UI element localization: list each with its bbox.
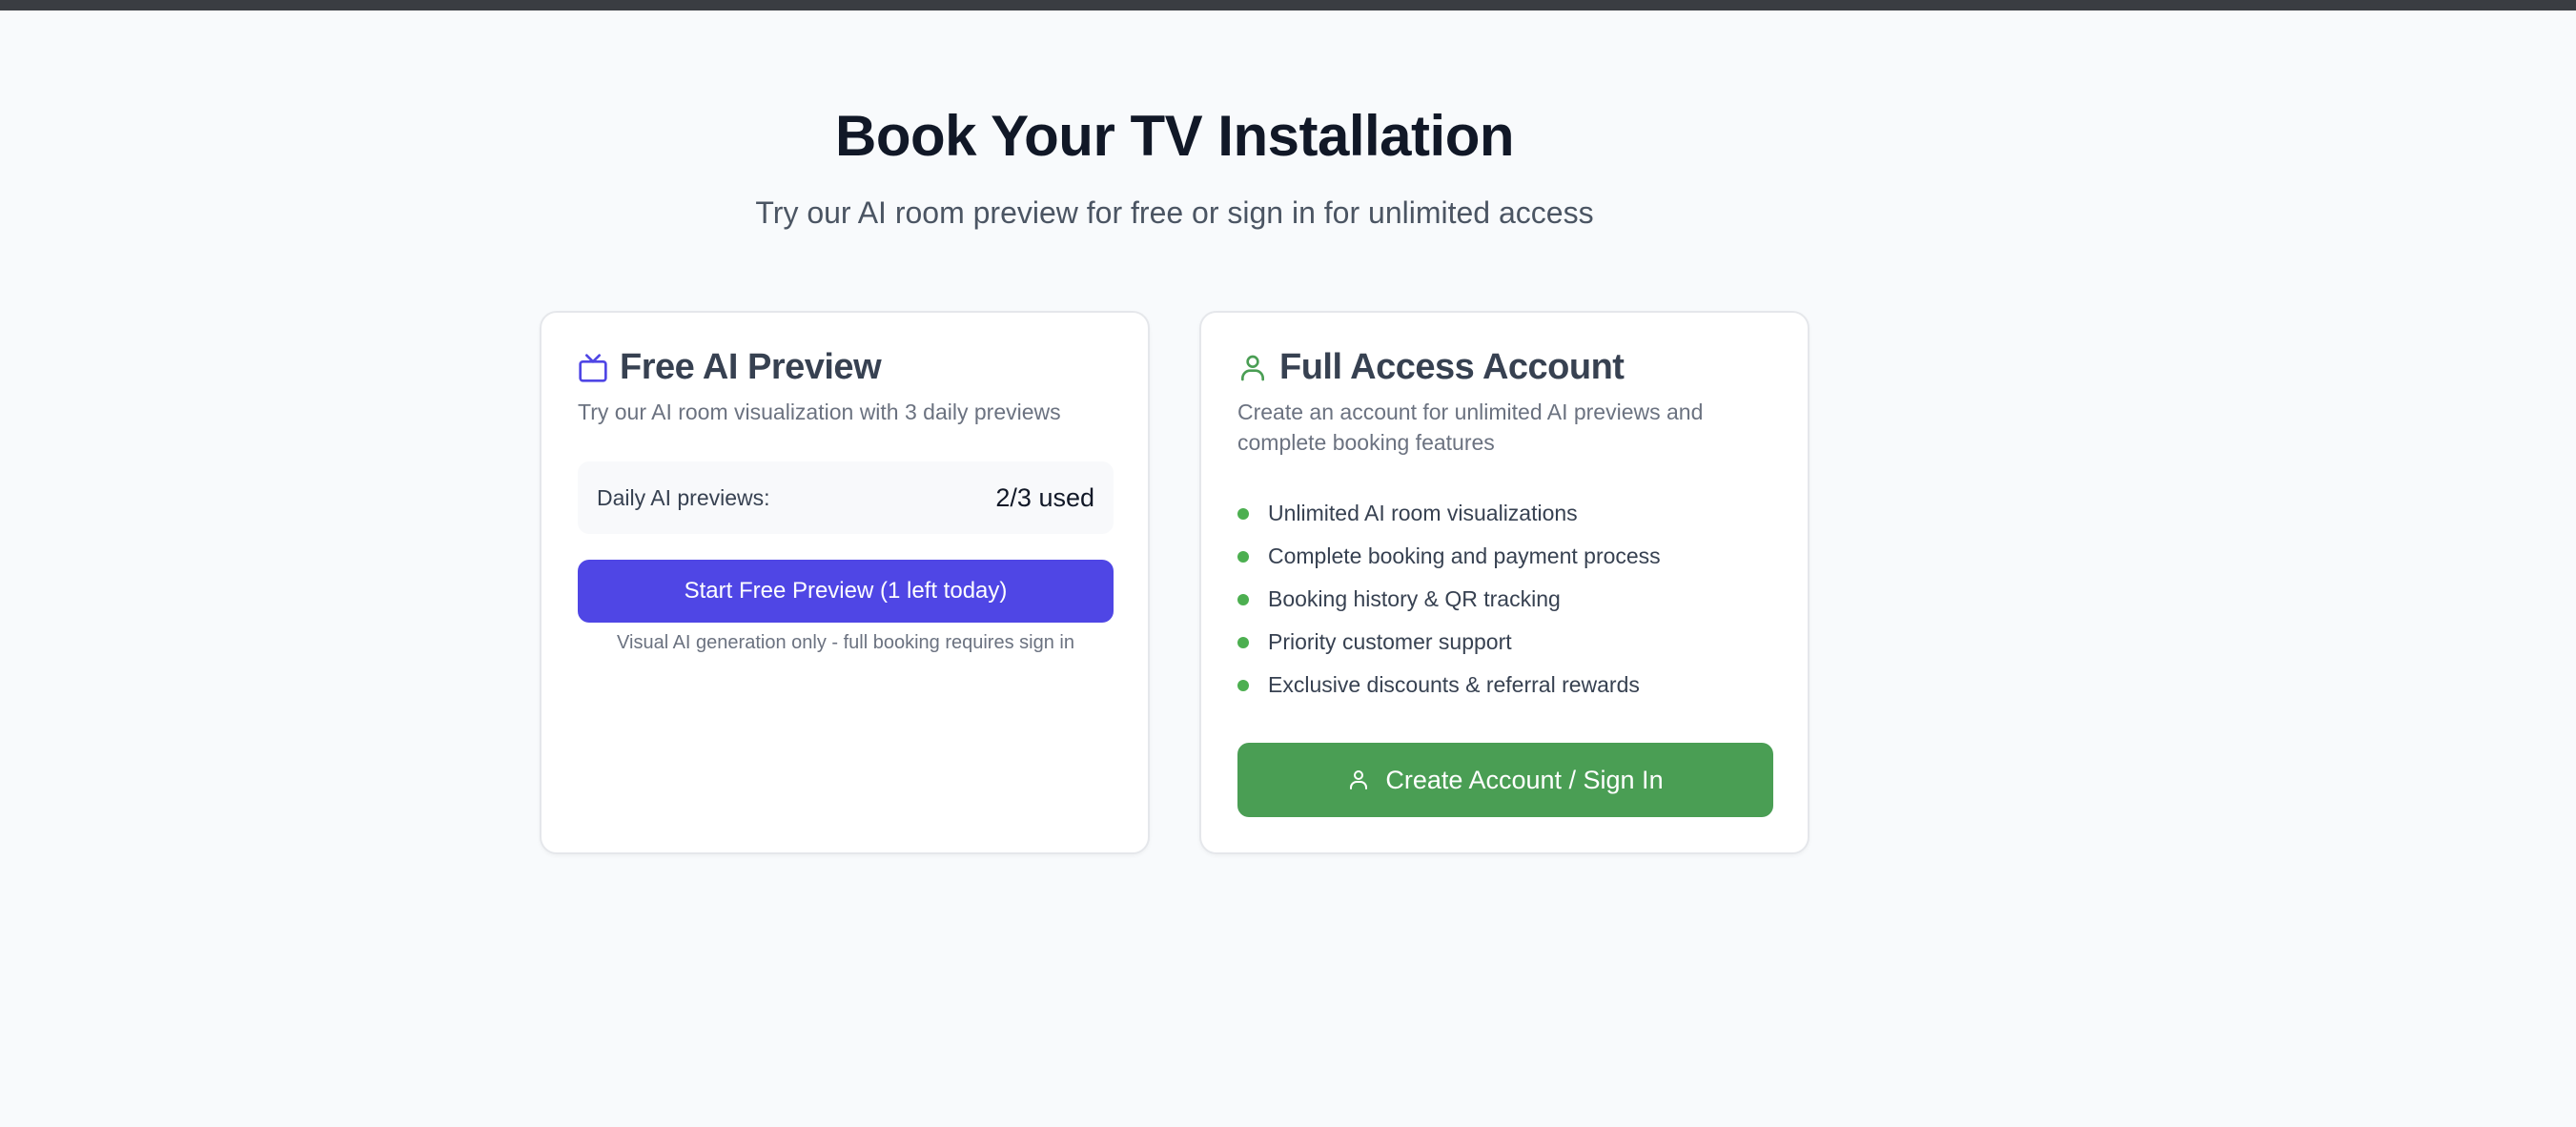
free-preview-header: Free AI Preview [578,347,882,388]
feature-text: Complete booking and payment process [1268,543,1661,568]
full-access-description: Create an account for unlimited AI previ… [1237,400,1704,455]
usage-counter: Daily AI previews: 2/3 used [578,461,1114,534]
usage-value: 2/3 used [995,482,1094,512]
user-icon [1347,768,1385,791]
preview-note: Visual AI generation only - full booking… [617,632,1074,653]
feature-text: Booking history & QR tracking [1268,586,1561,611]
feature-text: Priority customer support [1268,629,1512,654]
full-access-header: Full Access Account [1237,347,1625,388]
feature-text: Unlimited AI room visualizations [1268,501,1578,525]
full-access-card: Full Access Account Create an account fo… [1199,311,1809,854]
free-preview-title: Free AI Preview [620,347,882,387]
free-preview-card: Free AI Preview Try our AI room visualiz… [540,311,1150,854]
feature-item: Priority customer support [1237,621,1661,664]
user-icon [1237,353,1268,383]
create-account-label: Create Account / Sign In [1385,765,1664,794]
feature-list: Unlimited AI room visualizations Complet… [1237,492,1661,707]
bullet-dot-icon [1237,507,1249,520]
bullet-dot-icon [1237,679,1249,691]
create-account-button[interactable]: Create Account / Sign In [1237,743,1773,817]
feature-item: Complete booking and payment process [1237,535,1661,578]
tv-icon [578,353,608,383]
usage-label: Daily AI previews: [597,484,770,510]
feature-item: Exclusive discounts & referral rewards [1237,664,1661,707]
feature-item: Booking history & QR tracking [1237,578,1661,621]
feature-item: Unlimited AI room visualizations [1237,492,1661,535]
bullet-dot-icon [1237,593,1249,605]
bullet-dot-icon [1237,636,1249,648]
full-access-title: Full Access Account [1279,347,1625,387]
free-preview-description: Try our AI room visualization with 3 dai… [578,400,1061,424]
page-title: Book Your TV Installation [834,104,1515,168]
feature-text: Exclusive discounts & referral rewards [1268,672,1640,697]
bullet-dot-icon [1237,550,1249,563]
top-bar [0,0,2576,10]
start-free-preview-button[interactable]: Start Free Preview (1 left today) [578,560,1114,623]
page-subtitle: Try our AI room preview for free or sign… [755,195,1594,230]
